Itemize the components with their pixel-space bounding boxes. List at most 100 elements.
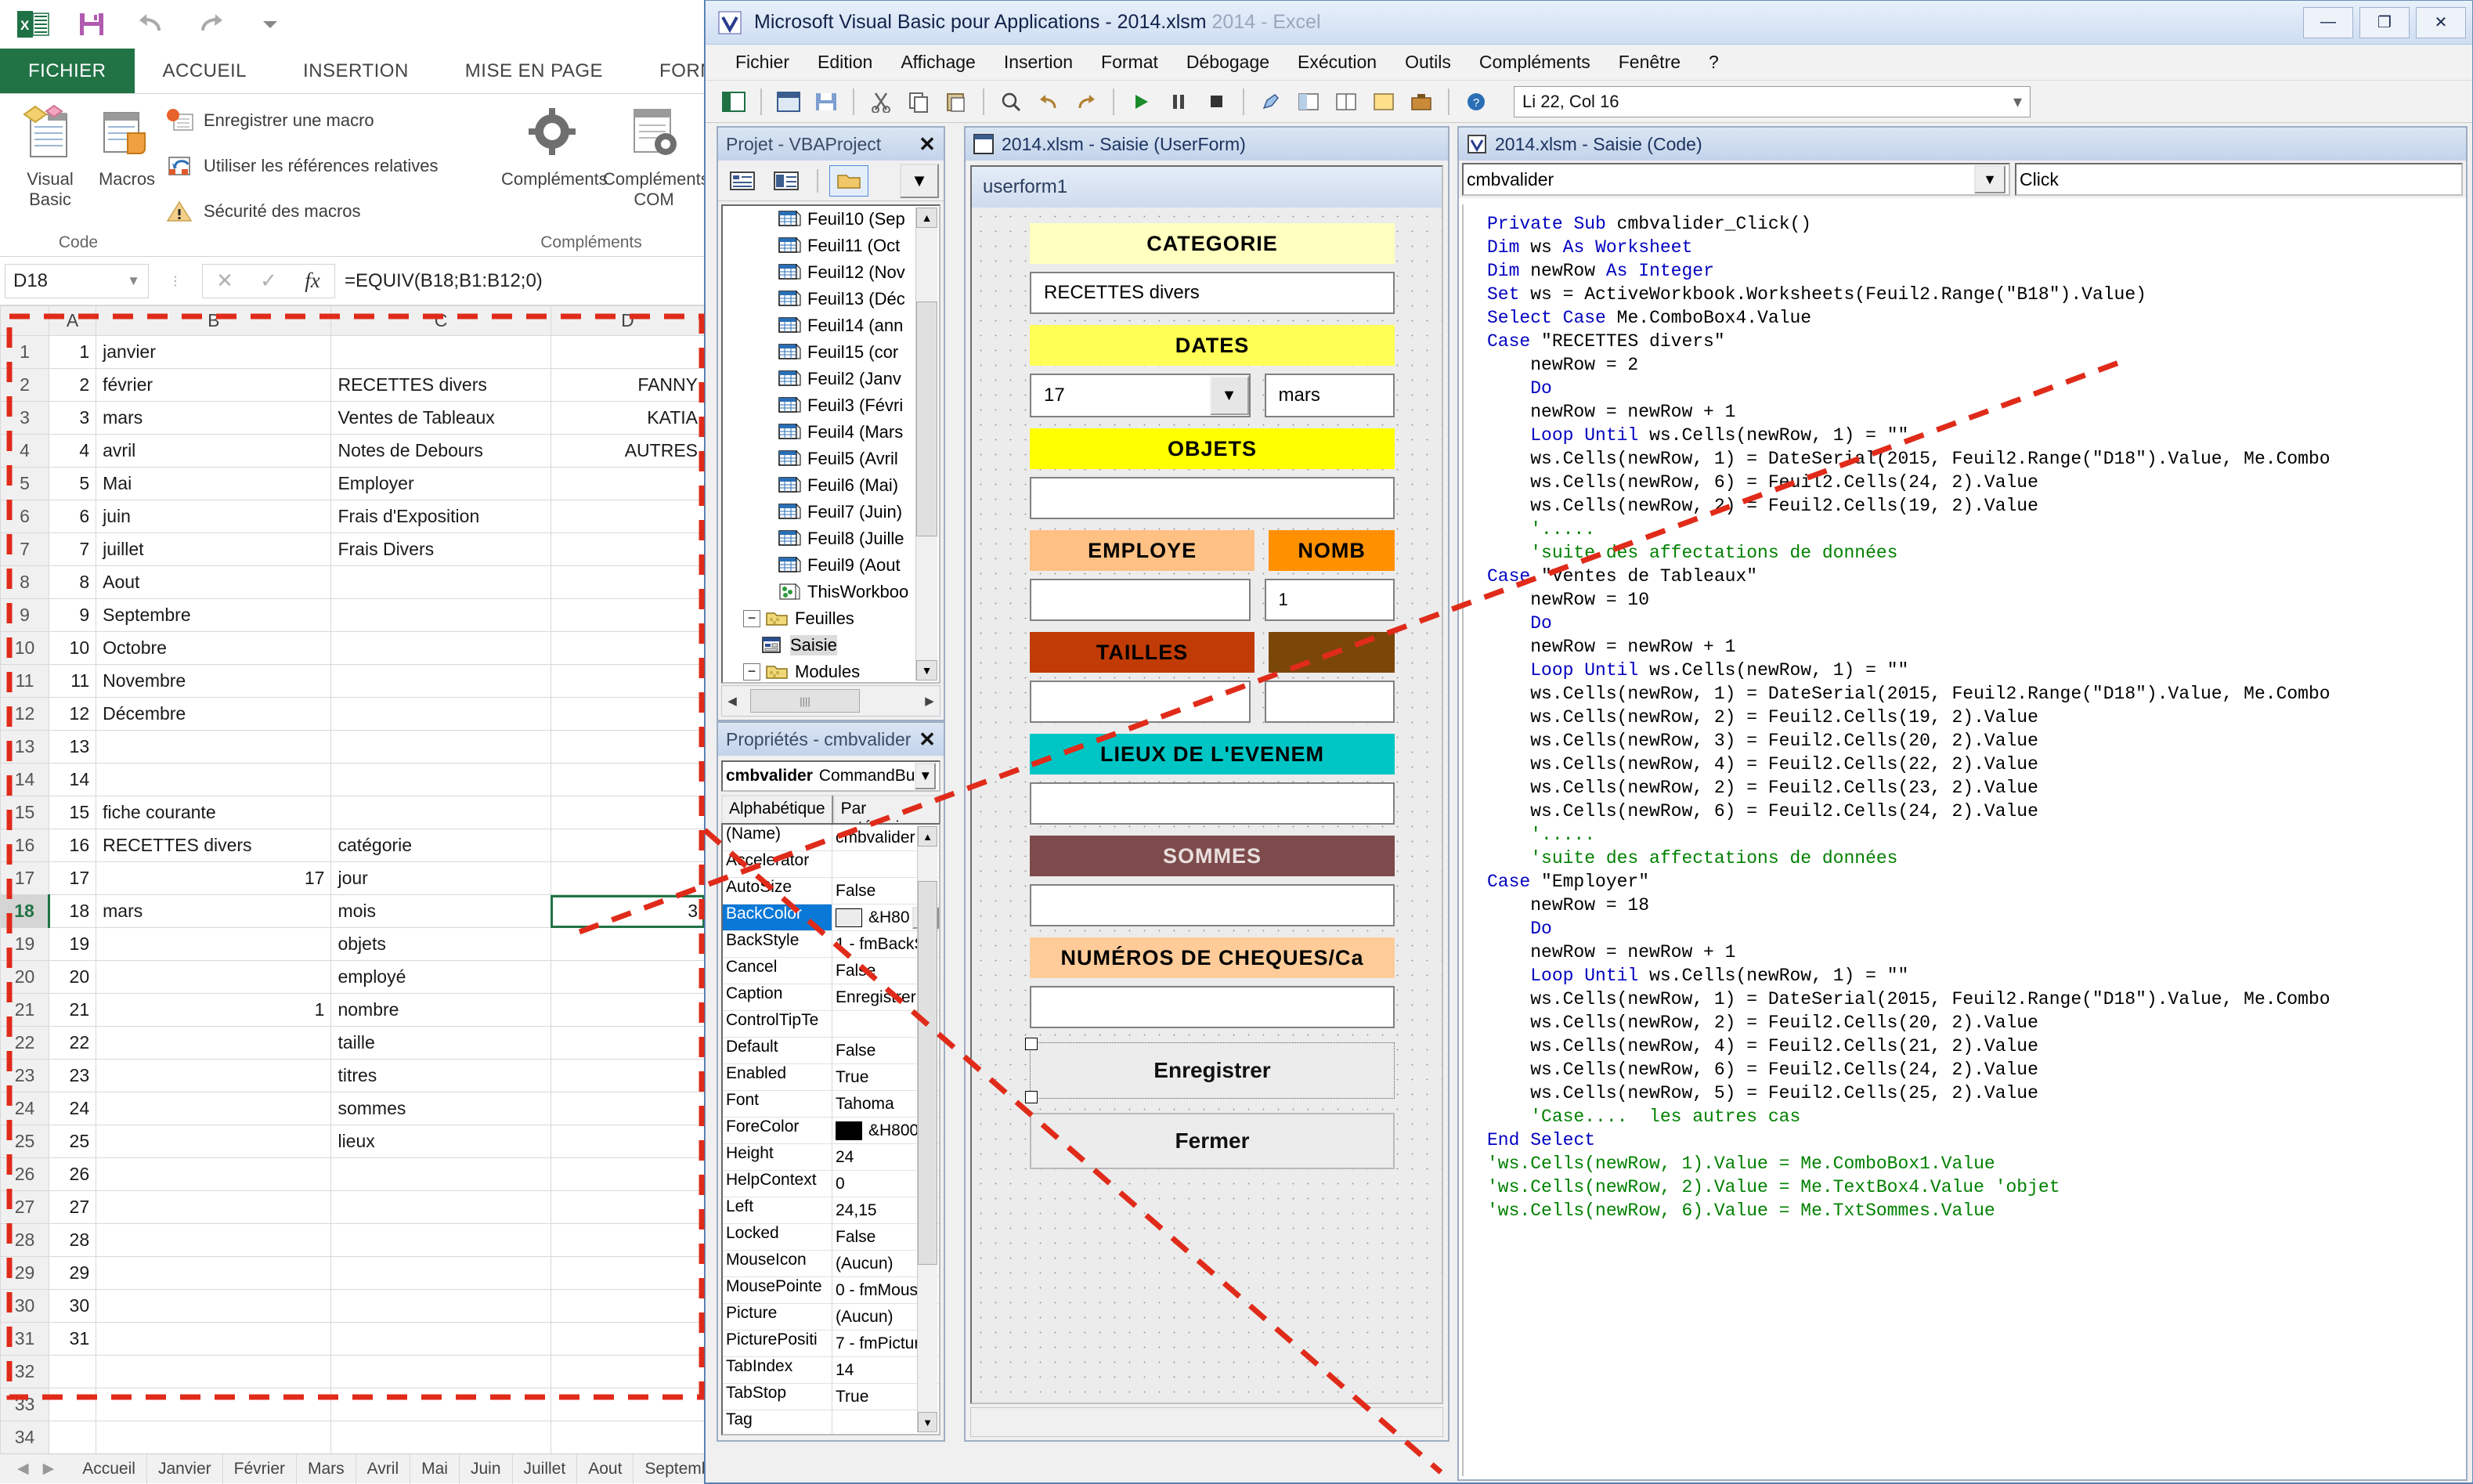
sheet-tab[interactable]: Avril [356,1453,411,1484]
form-textbox-secondary[interactable]: 1 [1264,579,1395,621]
close-icon[interactable]: ✕ [914,727,940,752]
grid-cell-C21[interactable]: nombre [330,993,551,1027]
grid-cell-C34[interactable] [330,1421,551,1454]
table-row[interactable]: 11 11 Novembre [0,664,706,698]
sheet-tab[interactable]: Accueil [71,1453,147,1484]
grid-cell-D29[interactable] [550,1256,706,1290]
project-tree-item[interactable]: Feuil4 (Mars [723,419,939,446]
chevron-down-icon[interactable]: ▼ [127,273,140,289]
grid-cell-D13[interactable] [550,730,706,764]
grid-cell-A5[interactable]: 5 [49,467,97,500]
grid-cell-B23[interactable] [96,1059,332,1092]
grid-cell-D9[interactable] [550,598,706,632]
form-textbox[interactable]: RECETTES divers [1030,272,1395,314]
object-browser-icon[interactable] [1366,85,1401,118]
save-icon[interactable] [809,85,843,118]
undo-icon[interactable] [132,5,171,44]
property-row[interactable]: AutoSize False [723,878,939,904]
grid-cell-B2[interactable]: février [96,368,332,402]
grid-cell-C4[interactable]: Notes de Debours [330,434,551,468]
grid-cell-D11[interactable] [550,664,706,698]
property-row[interactable]: Caption Enregistrer [723,984,939,1011]
ribbon-tab-fichier[interactable]: FICHIER [0,49,135,93]
grid-cell-D1[interactable] [550,335,706,369]
userform-canvas[interactable]: userform1 CATEGORIE RECETTES divers DATES 1… [970,165,1443,1404]
close-icon[interactable]: ✕ [914,132,940,157]
grid-cell-D2[interactable]: FANNY [550,368,706,402]
grid-cell-C24[interactable]: sommes [330,1092,551,1125]
ribbon-tab-accueil[interactable]: ACCUEIL [135,49,276,93]
project-tree-scrollbar[interactable]: ▲ ▼ [915,208,937,681]
sheet-tab[interactable]: Aout [577,1453,634,1484]
form-textbox[interactable] [1030,986,1395,1028]
table-row[interactable]: 4 4 avril Notes de Debours AUTRES [0,434,706,468]
property-row[interactable]: Enabled True [723,1064,939,1091]
grid-cell-A24[interactable]: 24 [49,1092,97,1125]
properties-window-icon[interactable] [1329,85,1363,118]
table-row[interactable]: 22 22 taille [0,1026,706,1060]
grid-cell-B28[interactable] [96,1223,332,1257]
property-row[interactable]: HelpContext 0 [723,1171,939,1197]
table-row[interactable]: 16 16 RECETTES divers catégorie [0,829,706,862]
help-icon[interactable]: ? [1459,85,1493,118]
table-row[interactable]: 24 24 sommes [0,1092,706,1125]
project-tree-item[interactable]: ThisWorkboo [723,579,939,605]
property-row[interactable]: ForeColor &H80000 [723,1118,939,1144]
grid-cell-B33[interactable] [96,1388,332,1421]
visual-basic-button[interactable]: Visual Basic [8,103,92,210]
row-header[interactable]: 33 [0,1388,50,1421]
property-row[interactable]: Font Tahoma [723,1091,939,1118]
grid-cell-B15[interactable]: fiche courante [96,796,332,829]
grid-cell-D31[interactable] [550,1322,706,1356]
grid-cell-B26[interactable] [96,1157,332,1191]
grid-cell-D15[interactable] [550,796,706,829]
grid-cell-A30[interactable]: 30 [49,1289,97,1323]
project-tree-item[interactable]: − Modules [723,659,939,682]
grid-cell-B32[interactable] [96,1355,332,1388]
table-row[interactable]: 7 7 juillet Frais Divers [0,533,706,566]
row-header[interactable]: 11 [0,664,50,698]
row-header[interactable]: 25 [0,1125,50,1158]
grid-cell-A26[interactable]: 26 [49,1157,97,1191]
ribbon-tab-mise-en-page[interactable]: MISE EN PAGE [437,49,631,93]
table-row[interactable]: 21 21 1 nombre [0,993,706,1027]
grid-cell-A20[interactable]: 20 [49,960,97,994]
table-row[interactable]: 26 26 [0,1157,706,1191]
grid-cell-B11[interactable]: Novembre [96,664,332,698]
sheet-prev-icon[interactable]: ◀ [17,1460,29,1478]
sheet-next-icon[interactable]: ▶ [43,1460,55,1478]
grid-cell-C18[interactable]: mois [330,894,551,928]
project-tree-item[interactable]: Saisie [723,632,939,659]
grid-cell-D34[interactable] [550,1421,706,1454]
table-row[interactable]: 9 9 Septembre [0,598,706,632]
project-explorer-icon[interactable] [1291,85,1326,118]
grid-cell-C17[interactable]: jour [330,861,551,895]
grid-cell-A33[interactable] [49,1388,97,1421]
project-tree-item[interactable]: Feuil9 (Aout [723,552,939,579]
redo-icon[interactable] [191,5,230,44]
grid-cell-D4[interactable]: AUTRES [550,434,706,468]
row-header[interactable]: 19 [0,927,50,961]
grid-cell-D22[interactable] [550,1026,706,1060]
grid-cell-C5[interactable]: Employer [330,467,551,500]
form-textbox[interactable] [1030,477,1395,519]
grid-cell-B3[interactable]: mars [96,401,332,435]
grid-cell-B14[interactable] [96,763,332,796]
sheet-tab[interactable]: Février [223,1453,297,1484]
project-tree-item[interactable]: Feuil14 (ann [723,312,939,339]
property-row[interactable]: TabIndex 14 [723,1357,939,1384]
table-row[interactable]: 34 [0,1421,706,1454]
sheet-tab[interactable]: Juin [460,1453,513,1484]
table-row[interactable]: 15 15 fiche courante [0,796,706,829]
customize-qat-icon[interactable] [251,5,290,44]
complements-button[interactable]: Compléments [501,103,608,190]
row-header[interactable]: 31 [0,1322,50,1356]
run-icon[interactable] [1124,85,1158,118]
grid-cell-C13[interactable] [330,730,551,764]
project-tree-item[interactable]: Feuil3 (Févri [723,392,939,419]
grid-cell-D3[interactable]: KATIA [550,401,706,435]
column-header-B[interactable]: B [96,305,332,336]
grid-cell-B29[interactable] [96,1256,332,1290]
table-row[interactable]: 25 25 lieux [0,1125,706,1158]
project-tree[interactable]: Feuil10 (Sep Feuil11 (Oct Feuil12 (Nov Feui… [721,204,940,684]
